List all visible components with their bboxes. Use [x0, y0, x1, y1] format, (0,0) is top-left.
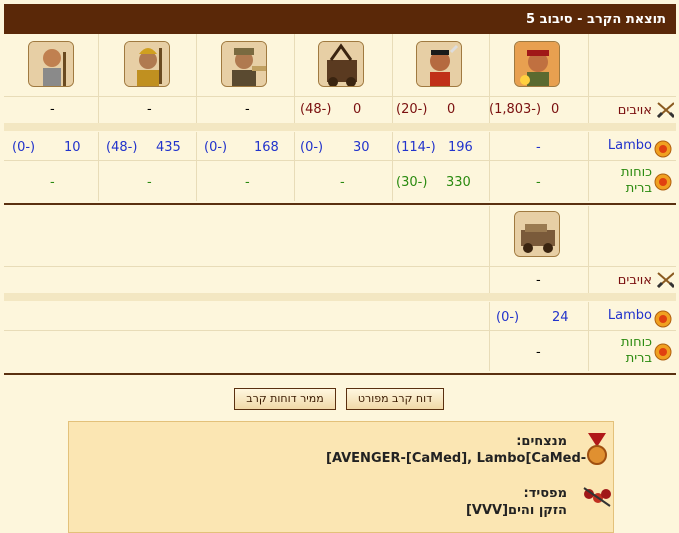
player-loss-2: (-114): [396, 140, 436, 155]
ally-count-2: 330: [446, 175, 471, 190]
allies-label-2: ברית: [625, 181, 652, 196]
crossed-swords-icon: [656, 102, 674, 119]
enemies-label: אויבים: [617, 103, 652, 118]
ally-emblem-icon-2: [654, 343, 672, 361]
enemy-loss-3: (-48): [300, 102, 332, 117]
player-count-5: 435: [156, 140, 181, 155]
player-count-4: 168: [254, 140, 279, 155]
enemy-dash-6: -: [50, 102, 55, 117]
player-name-link[interactable]: Lambo: [608, 138, 652, 153]
unit-portrait-2: [416, 41, 462, 87]
allies-row-2: כוחות ברית: [4, 331, 676, 371]
enemy-loss-1: (-1,803): [489, 102, 542, 117]
ally-dash-6: -: [50, 175, 55, 190]
ally-emblem-icon: [654, 173, 672, 191]
ally-dash-4: -: [245, 175, 250, 190]
player-row: Lambo: [4, 132, 676, 160]
battle-result-header: תוצאת הקרב - סיבוב 5: [4, 4, 676, 34]
player-count-6: 10: [64, 140, 81, 155]
enemy-count-3: 0: [353, 102, 362, 117]
player-count-2: 196: [448, 140, 473, 155]
ally-loss-2: (-30): [396, 175, 428, 190]
unit-portrait-siege: [514, 211, 560, 257]
ally-dash-3: -: [340, 175, 345, 190]
allies-label-1: כוחות: [621, 165, 652, 180]
medal-icon: [587, 433, 607, 465]
winners-value: [AVENGER-[CaMed], Lambo[CaMed-: [326, 451, 587, 466]
player-emblem-icon-2: [654, 310, 672, 328]
player-loss-5: (-48): [106, 140, 138, 155]
player-emblem-icon: [654, 140, 672, 158]
loser-label: מפסיד:: [523, 486, 567, 501]
enemies-row-2: אויבים: [4, 267, 676, 293]
loser-value: הזקן והים[VVV]: [465, 503, 567, 518]
player-count-3: 30: [353, 140, 370, 155]
enemy-count-1: 0: [551, 102, 560, 117]
enemy-dash-4: -: [245, 102, 250, 117]
player-loss-3: (-0): [300, 140, 324, 155]
page-title: תוצאת הקרב - סיבוב 5: [526, 12, 666, 27]
unit-portrait-3: [318, 41, 364, 87]
report-converter-button[interactable]: ממיר דוחות קרב: [234, 388, 336, 410]
ally-dash-r2: -: [536, 345, 541, 360]
enemies-label-2: אויבים: [617, 273, 652, 288]
player-loss-r2: (-0): [496, 310, 520, 325]
unit-portrait-4: [221, 41, 267, 87]
player-row-2: Lambo: [4, 302, 676, 330]
player-count-r2: 24: [552, 310, 569, 325]
enemy-dash-r2: -: [536, 273, 541, 288]
player-dash-1: -: [536, 140, 541, 155]
defeated-soldiers-icon: [583, 487, 611, 507]
player-name-link-2[interactable]: Lambo: [608, 308, 652, 323]
units-row-2: [4, 206, 676, 266]
allies-label-r2-2: ברית: [625, 351, 652, 366]
player-loss-6: (-0): [12, 140, 36, 155]
enemy-count-2: 0: [447, 102, 456, 117]
unit-portrait-6: [28, 41, 74, 87]
ally-dash-1: -: [536, 175, 541, 190]
enemies-row: אויבים: [4, 97, 676, 123]
player-loss-4: (-0): [204, 140, 228, 155]
winners-label: מנצחים:: [516, 434, 567, 449]
crossed-swords-icon-2: [656, 272, 674, 289]
detailed-report-button[interactable]: דוח קרב מפורט: [346, 388, 444, 410]
allies-label-r2-1: כוחות: [621, 335, 652, 350]
enemy-dash-5: -: [147, 102, 152, 117]
enemy-loss-2: (-20): [396, 102, 428, 117]
unit-portrait-5: [124, 41, 170, 87]
ally-dash-5: -: [147, 175, 152, 190]
unit-portrait-1: [514, 41, 560, 87]
